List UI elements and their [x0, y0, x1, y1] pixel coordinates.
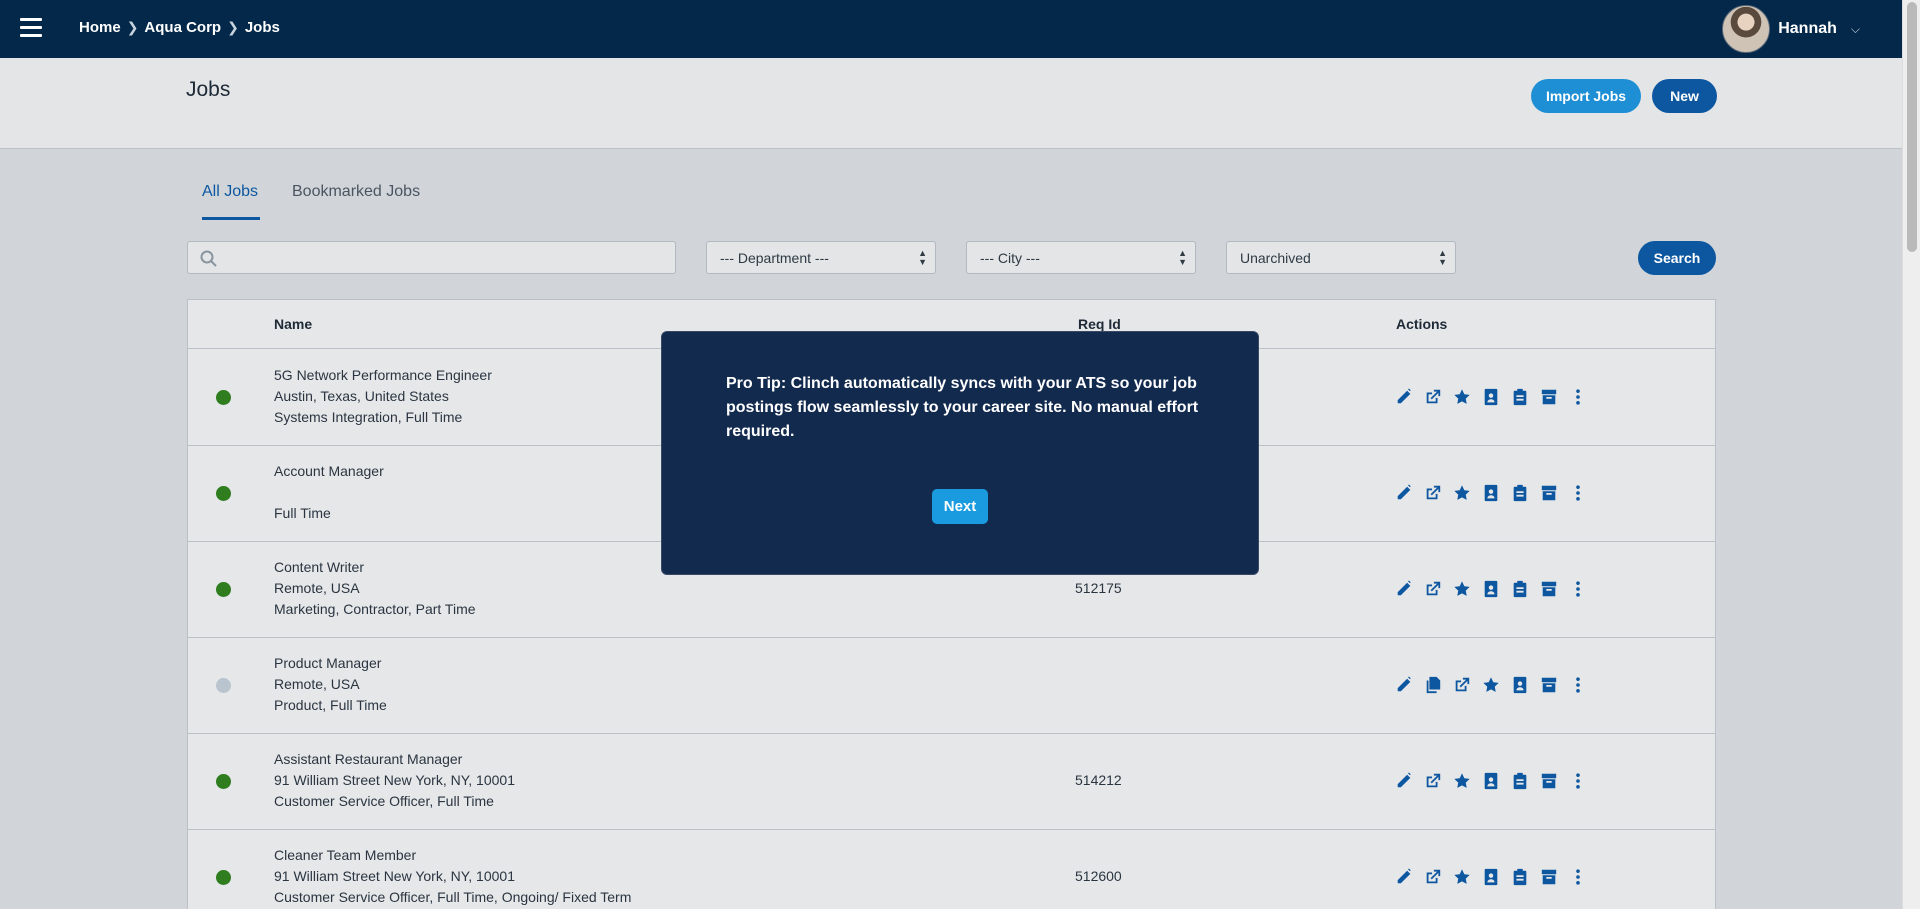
pro-tip-text: Pro Tip: Clinch automatically syncs with… [726, 375, 1199, 440]
next-button[interactable]: Next [932, 489, 988, 524]
tour-overlay: Pro Tip: Clinch automatically syncs with… [0, 0, 1902, 909]
page-scrollbar[interactable] [1902, 0, 1920, 909]
pro-tip-modal: Pro Tip: Clinch automatically syncs with… [661, 331, 1259, 575]
scrollbar-thumb[interactable] [1907, 2, 1917, 252]
